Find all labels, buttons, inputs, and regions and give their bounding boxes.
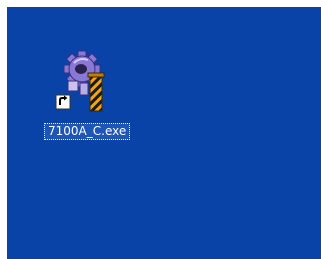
desktop-icon-label[interactable]: 7100A_C.exe [44,123,131,140]
desktop-icon-7100a-c-exe[interactable]: 7100A_C.exe [44,49,140,147]
installer-gear-icon [54,49,110,113]
desktop: 7100A_C.exe [7,7,321,259]
